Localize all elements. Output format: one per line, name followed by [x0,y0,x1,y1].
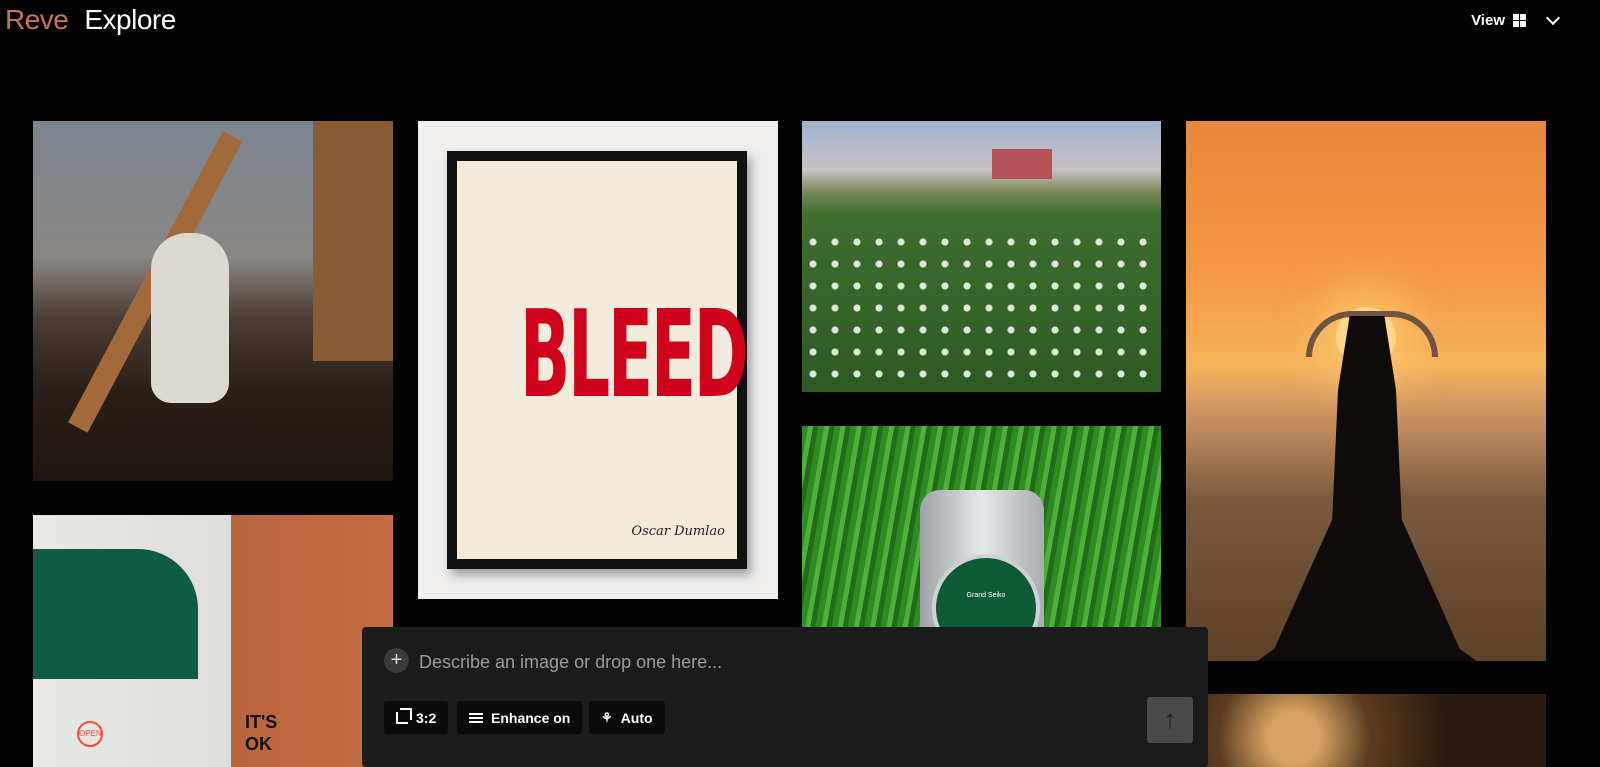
sprout-icon: ⚘ [601,709,613,725]
aspect-ratio-button[interactable]: 3:2 [384,701,449,734]
poster-signature: Oscar Dumlao [631,524,725,539]
enhance-toggle-button[interactable]: Enhance on [457,701,583,734]
gallery-image-poster[interactable]: BLEED Oscar Dumlao [418,121,778,599]
lunar-lander [313,121,393,361]
wall-text: IT'S OK [245,711,277,755]
crop-icon [396,707,412,724]
barn [992,149,1052,179]
arrow-up-icon: ↑ [1163,704,1177,734]
green-awning [33,549,198,679]
prompt-input[interactable] [417,647,1121,677]
neon-open-sign: OPEN [77,721,103,747]
robed-figure [1222,316,1512,661]
gallery-image-coins[interactable] [1186,694,1546,767]
page-title: Explore [84,4,176,35]
brand: Reve Explore [5,4,176,36]
poster-word: BLEED [520,286,749,425]
brand-logo[interactable]: Reve [5,4,69,35]
watch-brand: Grand Seiko [966,592,1006,599]
grid-icon [1513,14,1526,27]
wall-text-line2: OK [245,734,272,754]
view-toggle-button[interactable]: View [1471,10,1561,29]
enhance-icon [469,712,483,723]
gallery-image-astronaut[interactable] [33,121,393,481]
gallery-image-ram-figure[interactable] [1186,121,1546,661]
prompt-composer: + 3:2 Enhance on ⚘ Auto ↑ [362,627,1208,767]
send-button[interactable]: ↑ [1147,697,1193,743]
poster-mat: BLEED Oscar Dumlao [457,161,749,559]
chevron-down-icon[interactable] [1545,10,1561,26]
gallery-image-storefront[interactable]: OPEN IT'S OK [33,515,393,767]
enhance-label: Enhance on [491,709,571,726]
snowdrop-flowers [802,231,1161,392]
aspect-ratio-label: 3:2 [416,709,437,726]
wall-text-line1: IT'S [245,712,278,732]
mode-label: Auto [620,709,653,726]
add-image-button[interactable]: + [384,648,409,673]
astronaut-figure [151,233,229,403]
plus-icon: + [390,649,403,671]
gallery-image-snowdrops[interactable] [802,121,1161,392]
poster-frame: BLEED Oscar Dumlao [447,151,749,569]
view-label: View [1471,12,1505,29]
mode-button[interactable]: ⚘ Auto [589,701,665,734]
